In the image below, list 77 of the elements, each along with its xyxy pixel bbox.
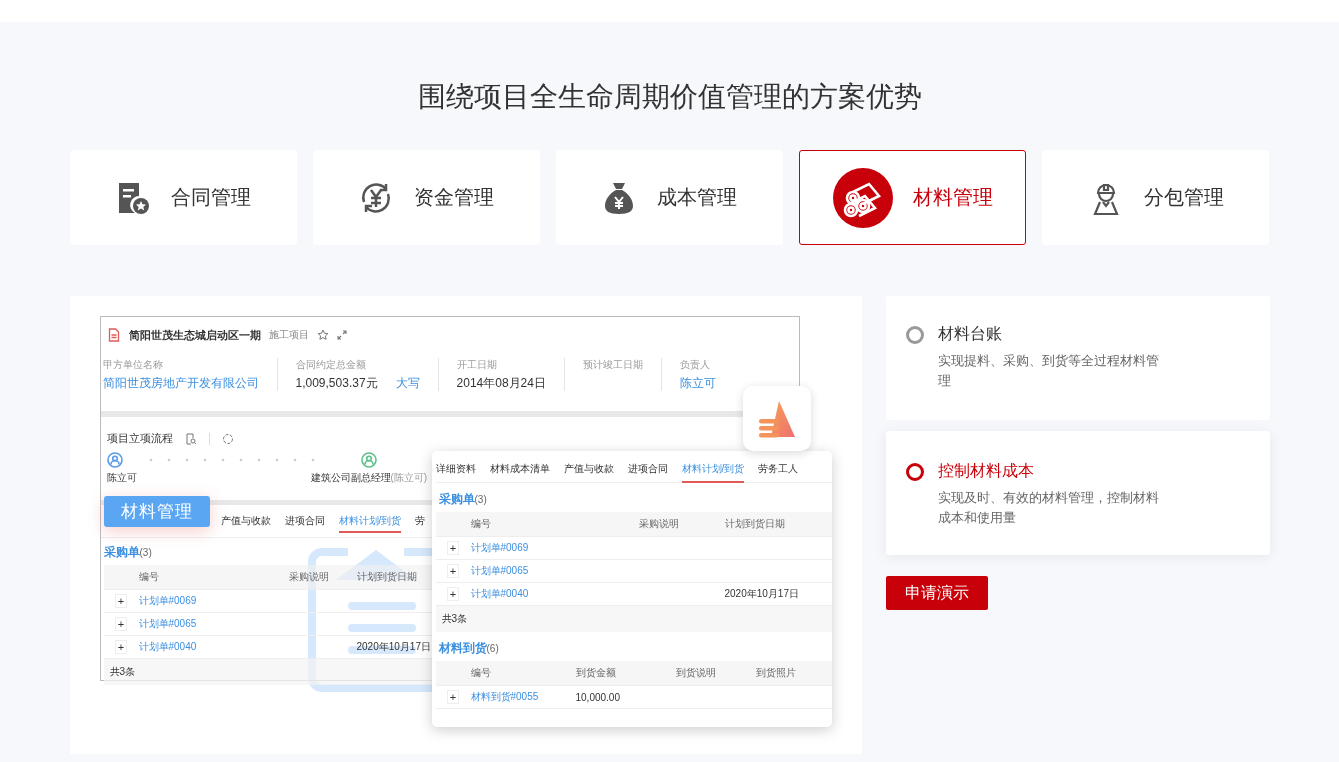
card-tab[interactable]: 劳务工人 <box>758 461 799 483</box>
column-header: 采购说明 <box>638 517 680 531</box>
feature-badge: 材料管理 <box>103 496 210 527</box>
field-label: 开工日期 <box>456 358 498 372</box>
card-tab[interactable]: 材料计划/到货 <box>681 461 745 483</box>
plan-link[interactable]: 计划单#0040 <box>138 641 197 652</box>
card-tab[interactable]: 材料成本清单 <box>489 461 550 483</box>
column-header: 到货金额 <box>575 666 617 680</box>
feature-description: 实现及时、有效的材料管理，控制材料成本和使用量 <box>937 489 1160 527</box>
expand-button[interactable]: + <box>446 564 460 578</box>
arrival-link[interactable]: 材料到货#0055 <box>470 691 539 702</box>
table-cell-text: 2020年10月17日 <box>356 640 432 654</box>
step-name: 陈立可 <box>106 471 137 485</box>
expand-icon[interactable] <box>336 330 347 340</box>
plan-link[interactable]: 计划单#0040 <box>470 588 529 599</box>
column-header: 采购说明 <box>288 570 330 584</box>
column-header: 到货说明 <box>675 666 717 680</box>
window-tab[interactable]: 产值与收款 <box>220 513 271 533</box>
total-count: 共3条 <box>109 665 136 679</box>
module-tab[interactable]: 成本管理 <box>555 150 784 245</box>
field-label: 甲方单位名称 <box>102 358 164 372</box>
section-title: 围绕项目全生命周期价值管理的方案优势 <box>416 80 923 114</box>
module-tab[interactable]: 资金管理 <box>312 150 540 245</box>
column-header: 编号 <box>138 570 160 584</box>
request-demo-button[interactable]: 申请演示 <box>885 576 988 610</box>
feature-title: 控制材料成本 <box>937 461 1034 481</box>
table-cell-text: 2020年10月17日 <box>724 587 800 601</box>
module-tab[interactable]: 材料管理 <box>799 150 1027 245</box>
card-tab[interactable]: 详细资料 <box>435 461 476 483</box>
purchase-heading: 采购单(3) <box>438 492 487 506</box>
column-header: 编号 <box>470 517 492 531</box>
card-tab[interactable]: 进项合同 <box>627 461 668 483</box>
table-cell-text: 10,000.00 <box>575 691 621 703</box>
column-header: 计划到货日期 <box>356 570 418 584</box>
star-icon[interactable] <box>316 329 329 341</box>
plan-link[interactable]: 计划单#0065 <box>138 618 197 629</box>
project-type-tag: 施工项目 <box>268 328 309 342</box>
project-name: 简阳世茂生态城启动区一期 <box>128 327 261 343</box>
feature-description: 实现提料、采购、到货等全过程材料管理 <box>937 352 1160 390</box>
field-value: 1,009,503.37元 <box>295 375 378 391</box>
feature-card[interactable]: 材料台账 实现提料、采购、到货等全过程材料管理 <box>885 296 1270 420</box>
expand-button[interactable]: + <box>446 587 460 601</box>
expand-button[interactable]: + <box>114 594 128 608</box>
expand-button[interactable]: + <box>114 640 128 654</box>
step-name: 建筑公司副总经理(陈立可) <box>310 471 428 485</box>
window-tab[interactable]: 进项合同 <box>284 513 325 533</box>
field-value[interactable]: 陈立可 <box>679 375 716 391</box>
feature-card[interactable]: 控制材料成本 实现及时、有效的材料管理，控制材料成本和使用量 <box>885 431 1270 555</box>
field-value[interactable]: 简阳世茂房地产开发有限公司 <box>102 375 259 391</box>
expand-button[interactable]: + <box>446 690 460 704</box>
plan-link[interactable]: 计划单#0069 <box>470 542 529 553</box>
module-tab[interactable]: 合同管理 <box>69 150 297 245</box>
module-tab[interactable]: 分包管理 <box>1042 150 1270 245</box>
document-icon <box>106 328 121 342</box>
field-value: 2014年08月24日 <box>456 375 546 391</box>
document-search-icon[interactable] <box>184 432 197 445</box>
purchase-heading: 采购单(3) <box>103 545 152 559</box>
window-tab[interactable]: 材料计划/到货 <box>338 513 402 533</box>
card-tab[interactable]: 产值与收款 <box>563 461 614 483</box>
total-count: 共3条 <box>441 612 468 626</box>
column-header: 编号 <box>470 666 492 680</box>
window-tab[interactable]: 劳 <box>415 513 426 533</box>
plan-link[interactable]: 计划单#0065 <box>470 565 529 576</box>
expand-button[interactable]: + <box>114 617 128 631</box>
flow-title: 项目立项流程 <box>106 431 173 446</box>
column-header: 计划到货日期 <box>724 517 786 531</box>
field-label: 合同约定总金额 <box>295 358 367 372</box>
field-label: 负责人 <box>679 358 711 372</box>
expand-button[interactable]: + <box>446 541 460 555</box>
plan-link[interactable]: 计划单#0069 <box>138 595 197 606</box>
refresh-icon[interactable] <box>221 432 234 445</box>
arrival-heading: 材料到货(6) <box>438 641 499 655</box>
column-header: 到货照片 <box>755 666 797 680</box>
field-label: 预计竣工日期 <box>582 358 643 372</box>
feature-title: 材料台账 <box>937 324 1002 344</box>
uppercase-link[interactable]: 大写 <box>395 375 420 391</box>
pipes-icon <box>832 167 893 228</box>
